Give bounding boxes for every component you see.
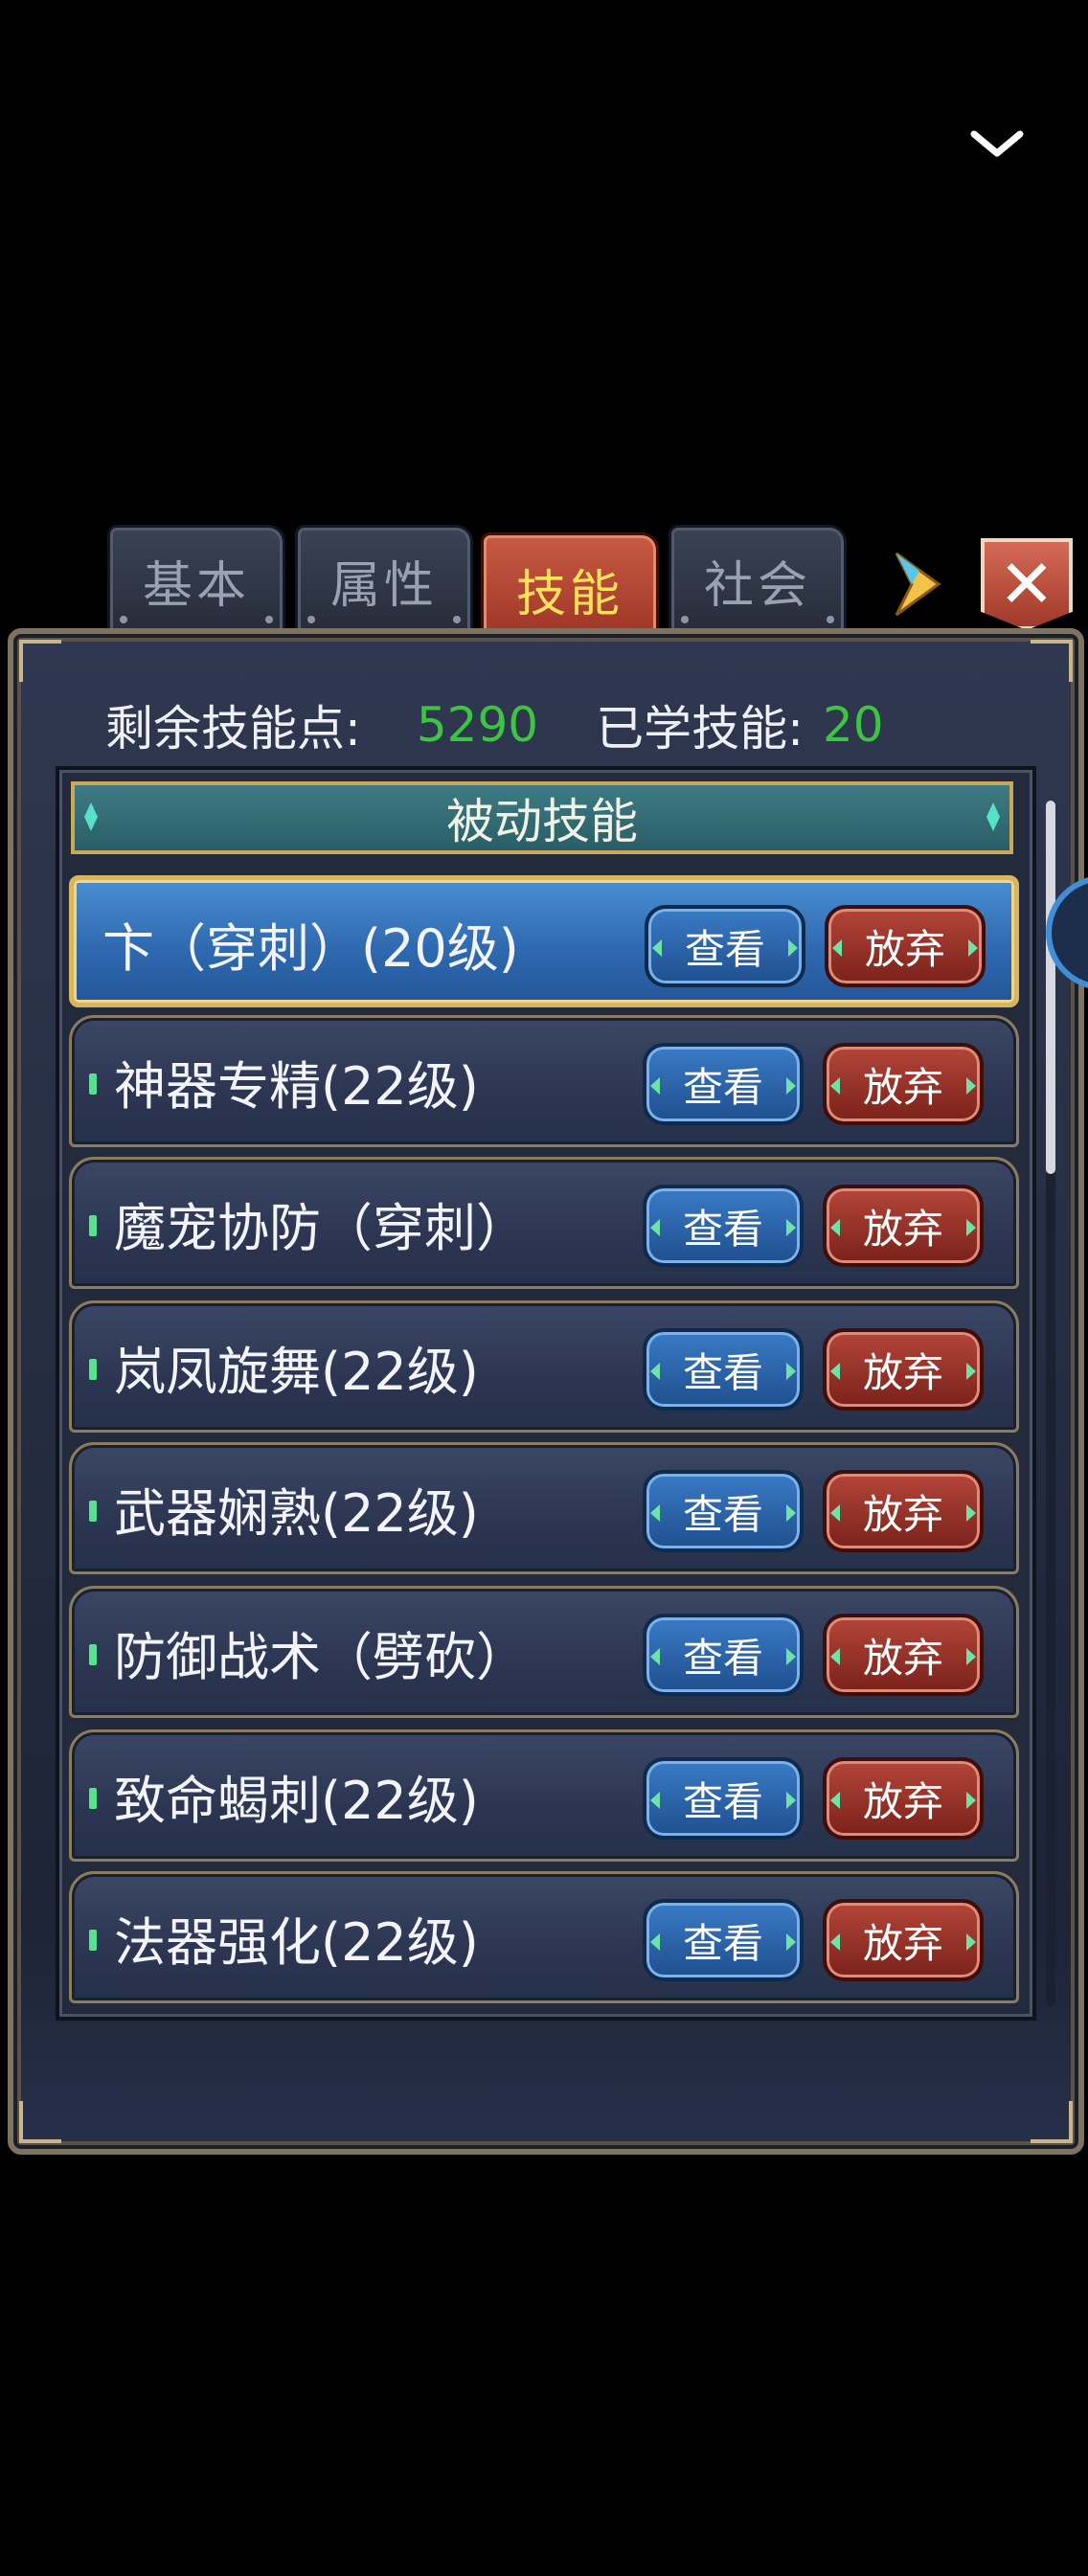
view-label: 查看 — [682, 1919, 763, 1967]
view-button[interactable]: 查看 — [643, 1328, 804, 1411]
abandon-label: 放弃 — [862, 1490, 943, 1538]
abandon-button[interactable]: 放弃 — [825, 905, 986, 987]
abandon-label: 放弃 — [862, 1348, 943, 1396]
skill-name: 岚凤旋舞(22级) — [114, 1341, 479, 1402]
view-button[interactable]: 查看 — [645, 905, 805, 987]
abandon-label: 放弃 — [862, 1634, 943, 1682]
view-label: 查看 — [682, 1205, 763, 1253]
skill-row[interactable]: 致命蝎刺(22级) 查看 放弃 — [69, 1729, 1019, 1862]
tab-label: 属性 — [329, 556, 438, 615]
abandon-button[interactable]: 放弃 — [823, 1043, 984, 1125]
abandon-label: 放弃 — [864, 925, 945, 973]
abandon-label: 放弃 — [862, 1777, 943, 1825]
abandon-button[interactable]: 放弃 — [823, 1614, 984, 1696]
abandon-button[interactable]: 放弃 — [823, 1470, 984, 1552]
abandon-button[interactable]: 放弃 — [823, 1328, 984, 1411]
abandon-label: 放弃 — [862, 1919, 943, 1967]
skill-name: 魔宠协防（穿刺） — [114, 1197, 528, 1258]
skill-name: 卞（穿刺）(20级) — [102, 917, 519, 979]
skill-marker — [89, 1359, 97, 1380]
view-button[interactable]: 查看 — [643, 1757, 804, 1840]
learned-skills-label: 已学技能: — [596, 701, 804, 757]
skill-name: 武器娴熟(22级) — [114, 1482, 479, 1544]
skill-marker — [89, 1501, 97, 1522]
skill-row[interactable]: 魔宠协防（穿刺） 查看 放弃 — [69, 1157, 1019, 1289]
skill-marker — [89, 1930, 97, 1951]
view-label: 查看 — [682, 1490, 763, 1538]
skill-name: 致命蝎刺(22级) — [114, 1770, 479, 1831]
skill-marker — [89, 1788, 97, 1809]
view-label: 查看 — [682, 1348, 763, 1396]
scrollbar-thumb[interactable] — [1046, 801, 1055, 1174]
remaining-points-value: 5290 — [416, 697, 539, 753]
tab-label: 社会 — [703, 556, 811, 615]
view-button[interactable]: 查看 — [643, 1614, 804, 1696]
skill-stats: 剩余技能点: 5290 已学技能: 20 — [105, 691, 884, 758]
abandon-button[interactable]: 放弃 — [823, 1757, 984, 1840]
skill-row[interactable]: 神器专精(22级) 查看 放弃 — [69, 1015, 1019, 1147]
remaining-points-label: 剩余技能点: — [105, 701, 361, 757]
skill-marker — [89, 1073, 97, 1095]
view-button[interactable]: 查看 — [643, 1899, 804, 1981]
skill-row[interactable]: 卞（穿刺）(20级) 查看 放弃 — [69, 875, 1019, 1007]
view-label: 查看 — [682, 1777, 763, 1825]
learned-skills-value: 20 — [822, 697, 884, 753]
abandon-label: 放弃 — [862, 1205, 943, 1253]
skill-name: 法器强化(22级) — [114, 1911, 479, 1973]
skill-row[interactable]: 法器强化(22级) 查看 放弃 — [69, 1871, 1019, 2003]
tab-social[interactable]: 社会 — [669, 525, 847, 636]
tab-label: 技能 — [515, 565, 623, 623]
skill-name: 防御战术（劈砍） — [114, 1626, 528, 1687]
tab-label: 基本 — [142, 556, 250, 615]
close-icon: ✕ — [998, 545, 1055, 623]
close-button[interactable]: ✕ — [981, 538, 1073, 630]
section-header-passive: 被动技能 — [71, 781, 1013, 854]
section-title: 被动技能 — [446, 794, 638, 849]
view-label: 查看 — [684, 925, 765, 973]
skill-row[interactable]: 岚凤旋舞(22级) 查看 放弃 — [69, 1300, 1019, 1433]
abandon-button[interactable]: 放弃 — [823, 1899, 984, 1981]
skill-marker — [89, 1644, 97, 1665]
view-button[interactable]: 查看 — [643, 1470, 804, 1552]
view-button[interactable]: 查看 — [643, 1185, 804, 1267]
skill-marker — [89, 1215, 97, 1236]
tab-attributes[interactable]: 属性 — [295, 525, 473, 636]
skill-name: 神器专精(22级) — [114, 1055, 479, 1117]
tab-basic[interactable]: 基本 — [107, 525, 285, 636]
view-button[interactable]: 查看 — [643, 1043, 804, 1125]
abandon-label: 放弃 — [862, 1063, 943, 1111]
view-label: 查看 — [682, 1063, 763, 1111]
view-label: 查看 — [682, 1634, 763, 1682]
chevron-down-icon[interactable] — [970, 126, 1024, 161]
skill-row[interactable]: 武器娴熟(22级) 查看 放弃 — [69, 1442, 1019, 1574]
abandon-button[interactable]: 放弃 — [823, 1185, 984, 1267]
arrow-right-icon[interactable] — [891, 550, 944, 619]
skill-row[interactable]: 防御战术（劈砍） 查看 放弃 — [69, 1586, 1019, 1718]
